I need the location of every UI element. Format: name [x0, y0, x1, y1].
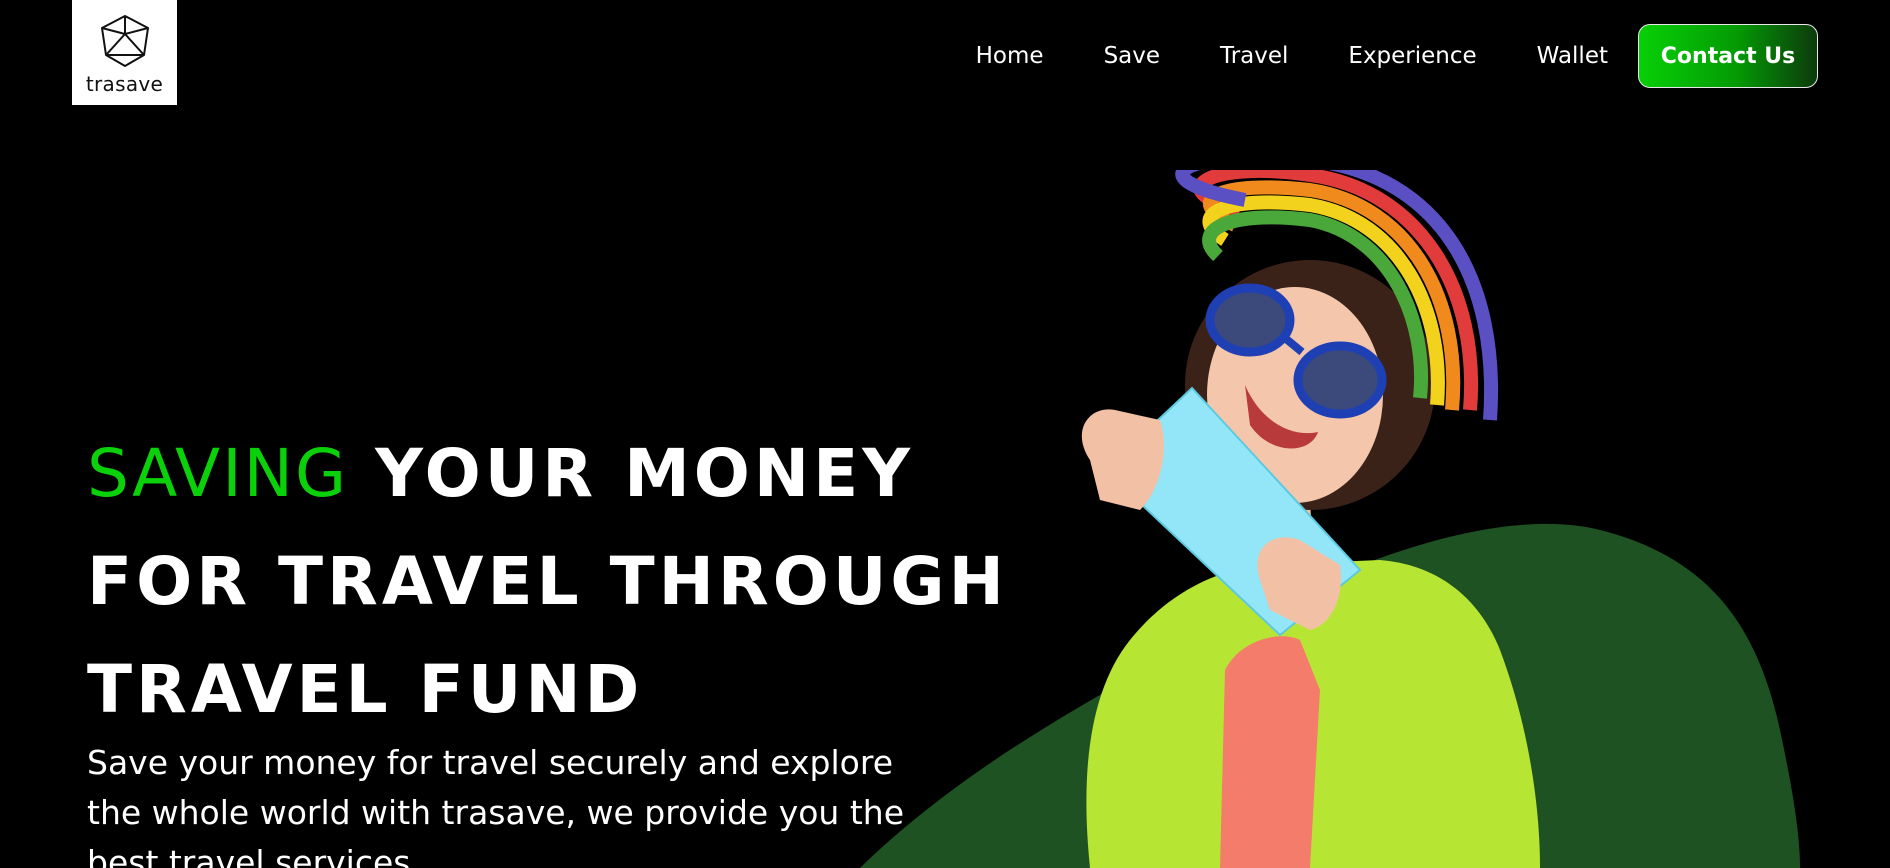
nav-link-home[interactable]: Home — [976, 43, 1044, 69]
person-shirt — [1220, 636, 1320, 868]
nav-link-save[interactable]: Save — [1104, 43, 1160, 69]
hero-illustration — [860, 170, 1800, 868]
brand-name: trasave — [85, 72, 164, 96]
cube-logo-icon — [100, 15, 149, 67]
nav-link-travel[interactable]: Travel — [1220, 43, 1288, 69]
hero-title-accent: SAVING — [87, 435, 349, 512]
nav-link-experience[interactable]: Experience — [1348, 43, 1476, 69]
brand-logo[interactable]: trasave — [72, 0, 177, 105]
hero-title-line1: YOUR MONEY — [375, 435, 915, 512]
hero-title-line3: TRAVEL FUND — [87, 651, 644, 728]
main-nav: Home Save Travel Experience Wallet Conta… — [976, 24, 1818, 88]
contact-us-button[interactable]: Contact Us — [1638, 24, 1818, 88]
nav-link-wallet[interactable]: Wallet — [1537, 43, 1608, 69]
hero-subtitle: Save your money for travel securely and … — [87, 743, 904, 868]
